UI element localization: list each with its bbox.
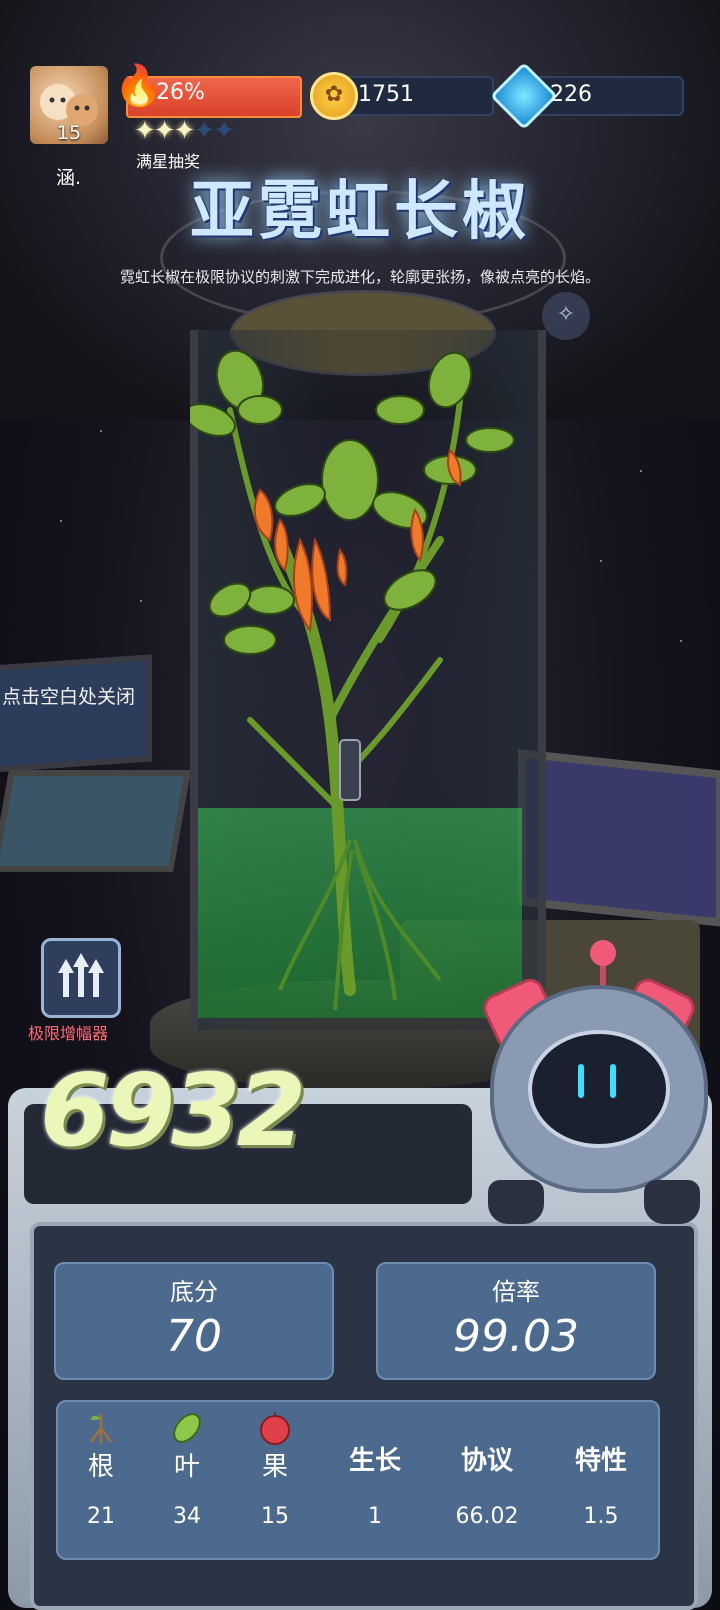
sparkle-stars-icon[interactable]: ✧ [542,292,590,340]
robot-right-eye [610,1064,616,1098]
protocol-value: 66.02 [455,1504,519,1529]
robot-face-screen [528,1030,670,1148]
root-icon [56,1410,146,1446]
multiplier-label: 倍率 [492,1278,540,1306]
star-empty-icon: ✦ [213,116,235,146]
attr-growth: 生长 [330,1410,420,1476]
player-level: 15 [56,122,82,144]
left-monitor [0,654,152,773]
protocol-label: 协议 [460,1446,513,1476]
star-dot [100,430,102,432]
attr-trait: 特性 [556,1410,646,1476]
gold-amount: 1751 [358,82,414,107]
extreme-amplifier-button[interactable] [41,938,121,1018]
star-empty-icon: ✦ [193,116,215,146]
gem-amount: 226 [550,82,592,107]
fire-progress-label: 26% [156,80,205,105]
star-dot [640,470,642,472]
attr-leaf: 叶 [142,1410,232,1483]
robot-right-hand [644,1180,700,1224]
star-filled-icon: ✦ [134,116,156,146]
multiplier-card: 倍率 99.03 [376,1262,656,1380]
plant-description: 霓虹长椒在极限协议的刺激下完成进化，轮廓更张扬，像被点亮的长焰。 [119,268,600,286]
right-monitor [518,749,720,927]
root-value: 21 [87,1504,115,1529]
leaf-value: 34 [173,1504,201,1529]
trait-label: 特性 [574,1446,627,1476]
star-filled-icon: ✦ [153,116,176,146]
attr-fruit: 果 [230,1410,320,1483]
star-filled-icon: ✦ [173,116,196,146]
multiplier-value: 99.03 [453,1311,579,1362]
total-score: 6932 [40,1052,306,1169]
tap-to-close-hint: 点击空白处关闭 [2,686,136,708]
leaf-label: 叶 [173,1452,200,1482]
fruit-label: 果 [261,1452,288,1482]
fruit-value: 15 [261,1504,289,1529]
star-rating[interactable]: ✦✦✦✦✦ [134,116,235,146]
base-score-value: 70 [166,1311,222,1362]
star-dot [140,600,142,602]
gold-coin-icon: ✿ [310,72,358,120]
base-score-card: 底分 70 [54,1262,334,1380]
robot-antenna [590,940,616,966]
growth-label: 生长 [348,1446,401,1476]
plant-illustration [190,349,515,1011]
root-label: 根 [87,1452,114,1482]
triple-arrow-up-icon [58,953,104,997]
star-dot [680,640,682,642]
growth-value: 1 [368,1504,382,1529]
robot-left-hand [488,1180,544,1224]
plant-title: 亚霓虹长椒 [190,175,530,249]
star-dot [60,520,62,522]
base-score-label: 底分 [170,1278,218,1306]
extreme-amplifier-label: 极限增幅器 [28,1024,109,1043]
left-console-screen [0,770,191,872]
attr-root: 根 [56,1410,146,1483]
trait-value: 1.5 [583,1504,619,1529]
robot-left-eye [578,1064,584,1098]
fruit-icon [230,1410,320,1446]
leaf-icon [142,1410,232,1446]
star-dot [600,560,602,562]
attr-protocol: 协议 [442,1410,532,1476]
